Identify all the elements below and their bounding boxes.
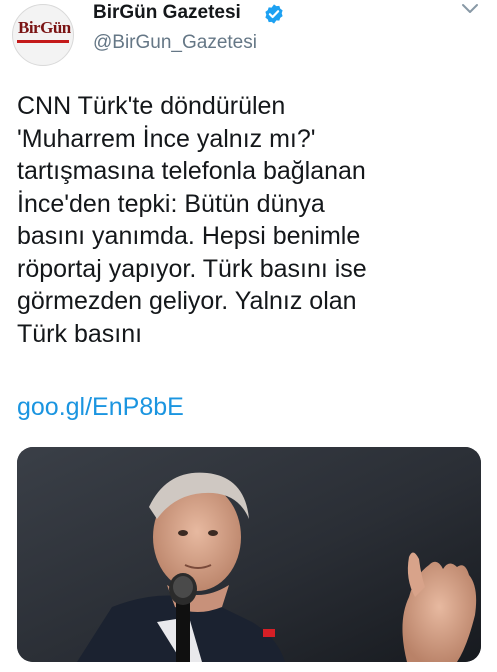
handle[interactable]: @BirGun_Gazetesi: [93, 32, 257, 54]
tweet-text: CNN Türk'te döndürülen 'Muharrem İnce ya…: [17, 92, 367, 348]
avatar[interactable]: BirGün: [12, 4, 74, 66]
photo-illustration: [17, 447, 481, 662]
avatar-logo-bar: [17, 40, 69, 43]
tweet-link[interactable]: goo.gl/EnP8bE: [17, 393, 184, 422]
chevron-down-icon[interactable]: [460, 2, 480, 16]
tweet-card[interactable]: BirGün BirGün Gazetesi @BirGun_Gazetesi …: [0, 0, 497, 672]
display-name[interactable]: BirGün Gazetesi: [93, 2, 241, 24]
verified-badge-icon: [265, 4, 283, 24]
tweet-media-photo[interactable]: [17, 447, 481, 662]
avatar-logo-text: BirGün: [18, 18, 71, 37]
